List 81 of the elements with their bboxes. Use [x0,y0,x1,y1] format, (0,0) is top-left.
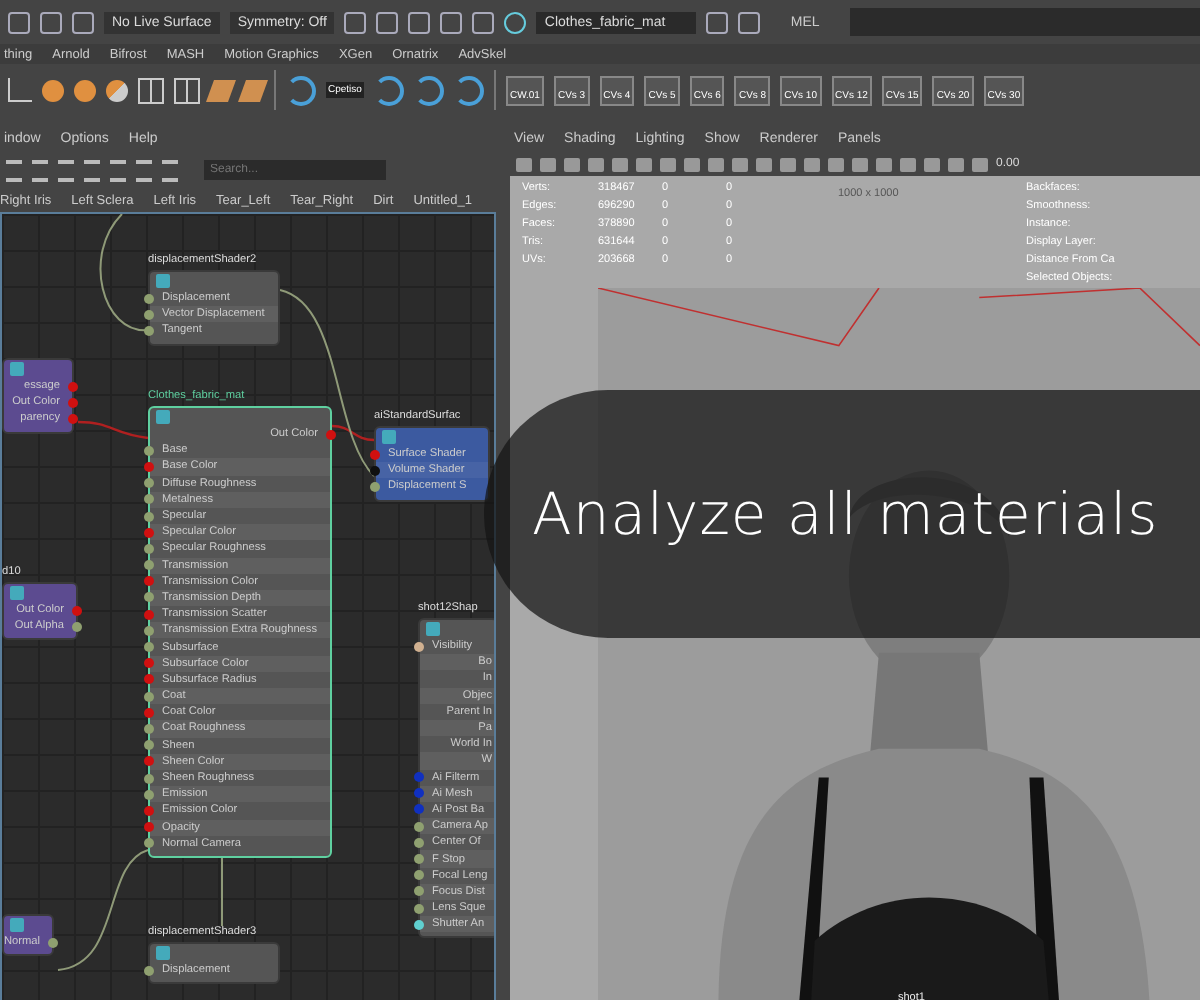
port-dot[interactable] [48,937,58,948]
port-dot[interactable] [144,527,154,538]
node-icon [382,430,396,444]
wave-icon[interactable] [286,75,316,105]
port-dot[interactable] [144,740,154,751]
port-dot[interactable] [414,837,424,848]
port-dot[interactable] [144,805,154,816]
connection-line [221,857,223,927]
port-dot[interactable] [144,478,154,489]
port-dot[interactable] [370,449,380,460]
node-icon [10,918,24,932]
port-dot[interactable] [414,821,424,832]
port-dot[interactable] [144,658,154,669]
connection-line [77,420,149,440]
port-dot[interactable] [414,886,424,897]
port-dot[interactable] [144,642,154,653]
port-dot[interactable] [144,789,154,800]
port-dot[interactable] [144,756,154,767]
port-dot[interactable] [326,429,336,440]
port-dot[interactable] [72,621,82,632]
tile-icon[interactable] [206,79,236,101]
port-dot[interactable] [414,804,424,815]
sphere-icon[interactable] [74,79,96,101]
port-dot[interactable] [144,560,154,571]
tile-icon[interactable] [238,79,268,101]
port-dot[interactable] [68,413,78,424]
node-icon [10,362,24,376]
node-icon [10,586,24,600]
port-dot[interactable] [144,511,154,522]
port-dot[interactable] [144,293,154,304]
port-dot[interactable] [144,965,154,976]
port-dot[interactable] [414,772,424,783]
port-dot[interactable] [370,481,380,492]
banner-text: Analyze all materials [532,480,1159,548]
port-dot[interactable] [414,919,424,930]
layout-icon[interactable] [6,159,22,181]
layout-icon[interactable] [58,159,74,181]
connection-line [99,214,149,331]
port-dot[interactable] [370,465,380,476]
port-dot[interactable] [144,325,154,336]
shader-node[interactable] [148,406,332,858]
port-dot[interactable] [144,494,154,505]
sphere-icon[interactable] [106,79,128,101]
port-dot[interactable] [144,576,154,587]
port-dot[interactable] [72,605,82,616]
port-dot[interactable] [144,674,154,685]
port-dot[interactable] [414,788,424,799]
port-dot[interactable] [144,707,154,718]
port-dot[interactable] [144,592,154,603]
port-dot[interactable] [144,723,154,734]
grid-icon[interactable] [138,77,164,103]
port-dot[interactable] [144,543,154,554]
port-dot[interactable] [414,870,424,881]
layout-icon[interactable] [84,159,100,181]
sphere-icon[interactable] [42,79,64,101]
port-dot[interactable] [144,838,154,849]
port-dot[interactable] [68,397,78,408]
connection-line [57,849,149,971]
port-dot[interactable] [414,854,424,865]
port-dot[interactable] [144,773,154,784]
port-dot[interactable] [144,822,154,833]
grid-icon[interactable] [174,77,200,103]
axis-icon[interactable] [8,78,32,102]
port-dot[interactable] [144,309,154,320]
wave-icon[interactable] [413,75,444,105]
node-icon [156,274,170,288]
port-dot[interactable] [144,445,154,456]
port-dot[interactable] [144,609,154,620]
layout-icon[interactable] [32,159,48,181]
port-dot[interactable] [68,381,78,392]
node-icon [156,410,170,424]
port-dot[interactable] [144,461,154,472]
wave-icon[interactable] [373,75,404,105]
port-dot[interactable] [414,903,424,914]
port-dot[interactable] [414,641,424,652]
wave-icon[interactable] [453,75,484,105]
node-icon [156,946,170,960]
port-dot[interactable] [144,625,154,636]
port-dot[interactable] [144,691,154,702]
command-field[interactable] [849,8,1200,36]
node-icon [426,622,440,636]
